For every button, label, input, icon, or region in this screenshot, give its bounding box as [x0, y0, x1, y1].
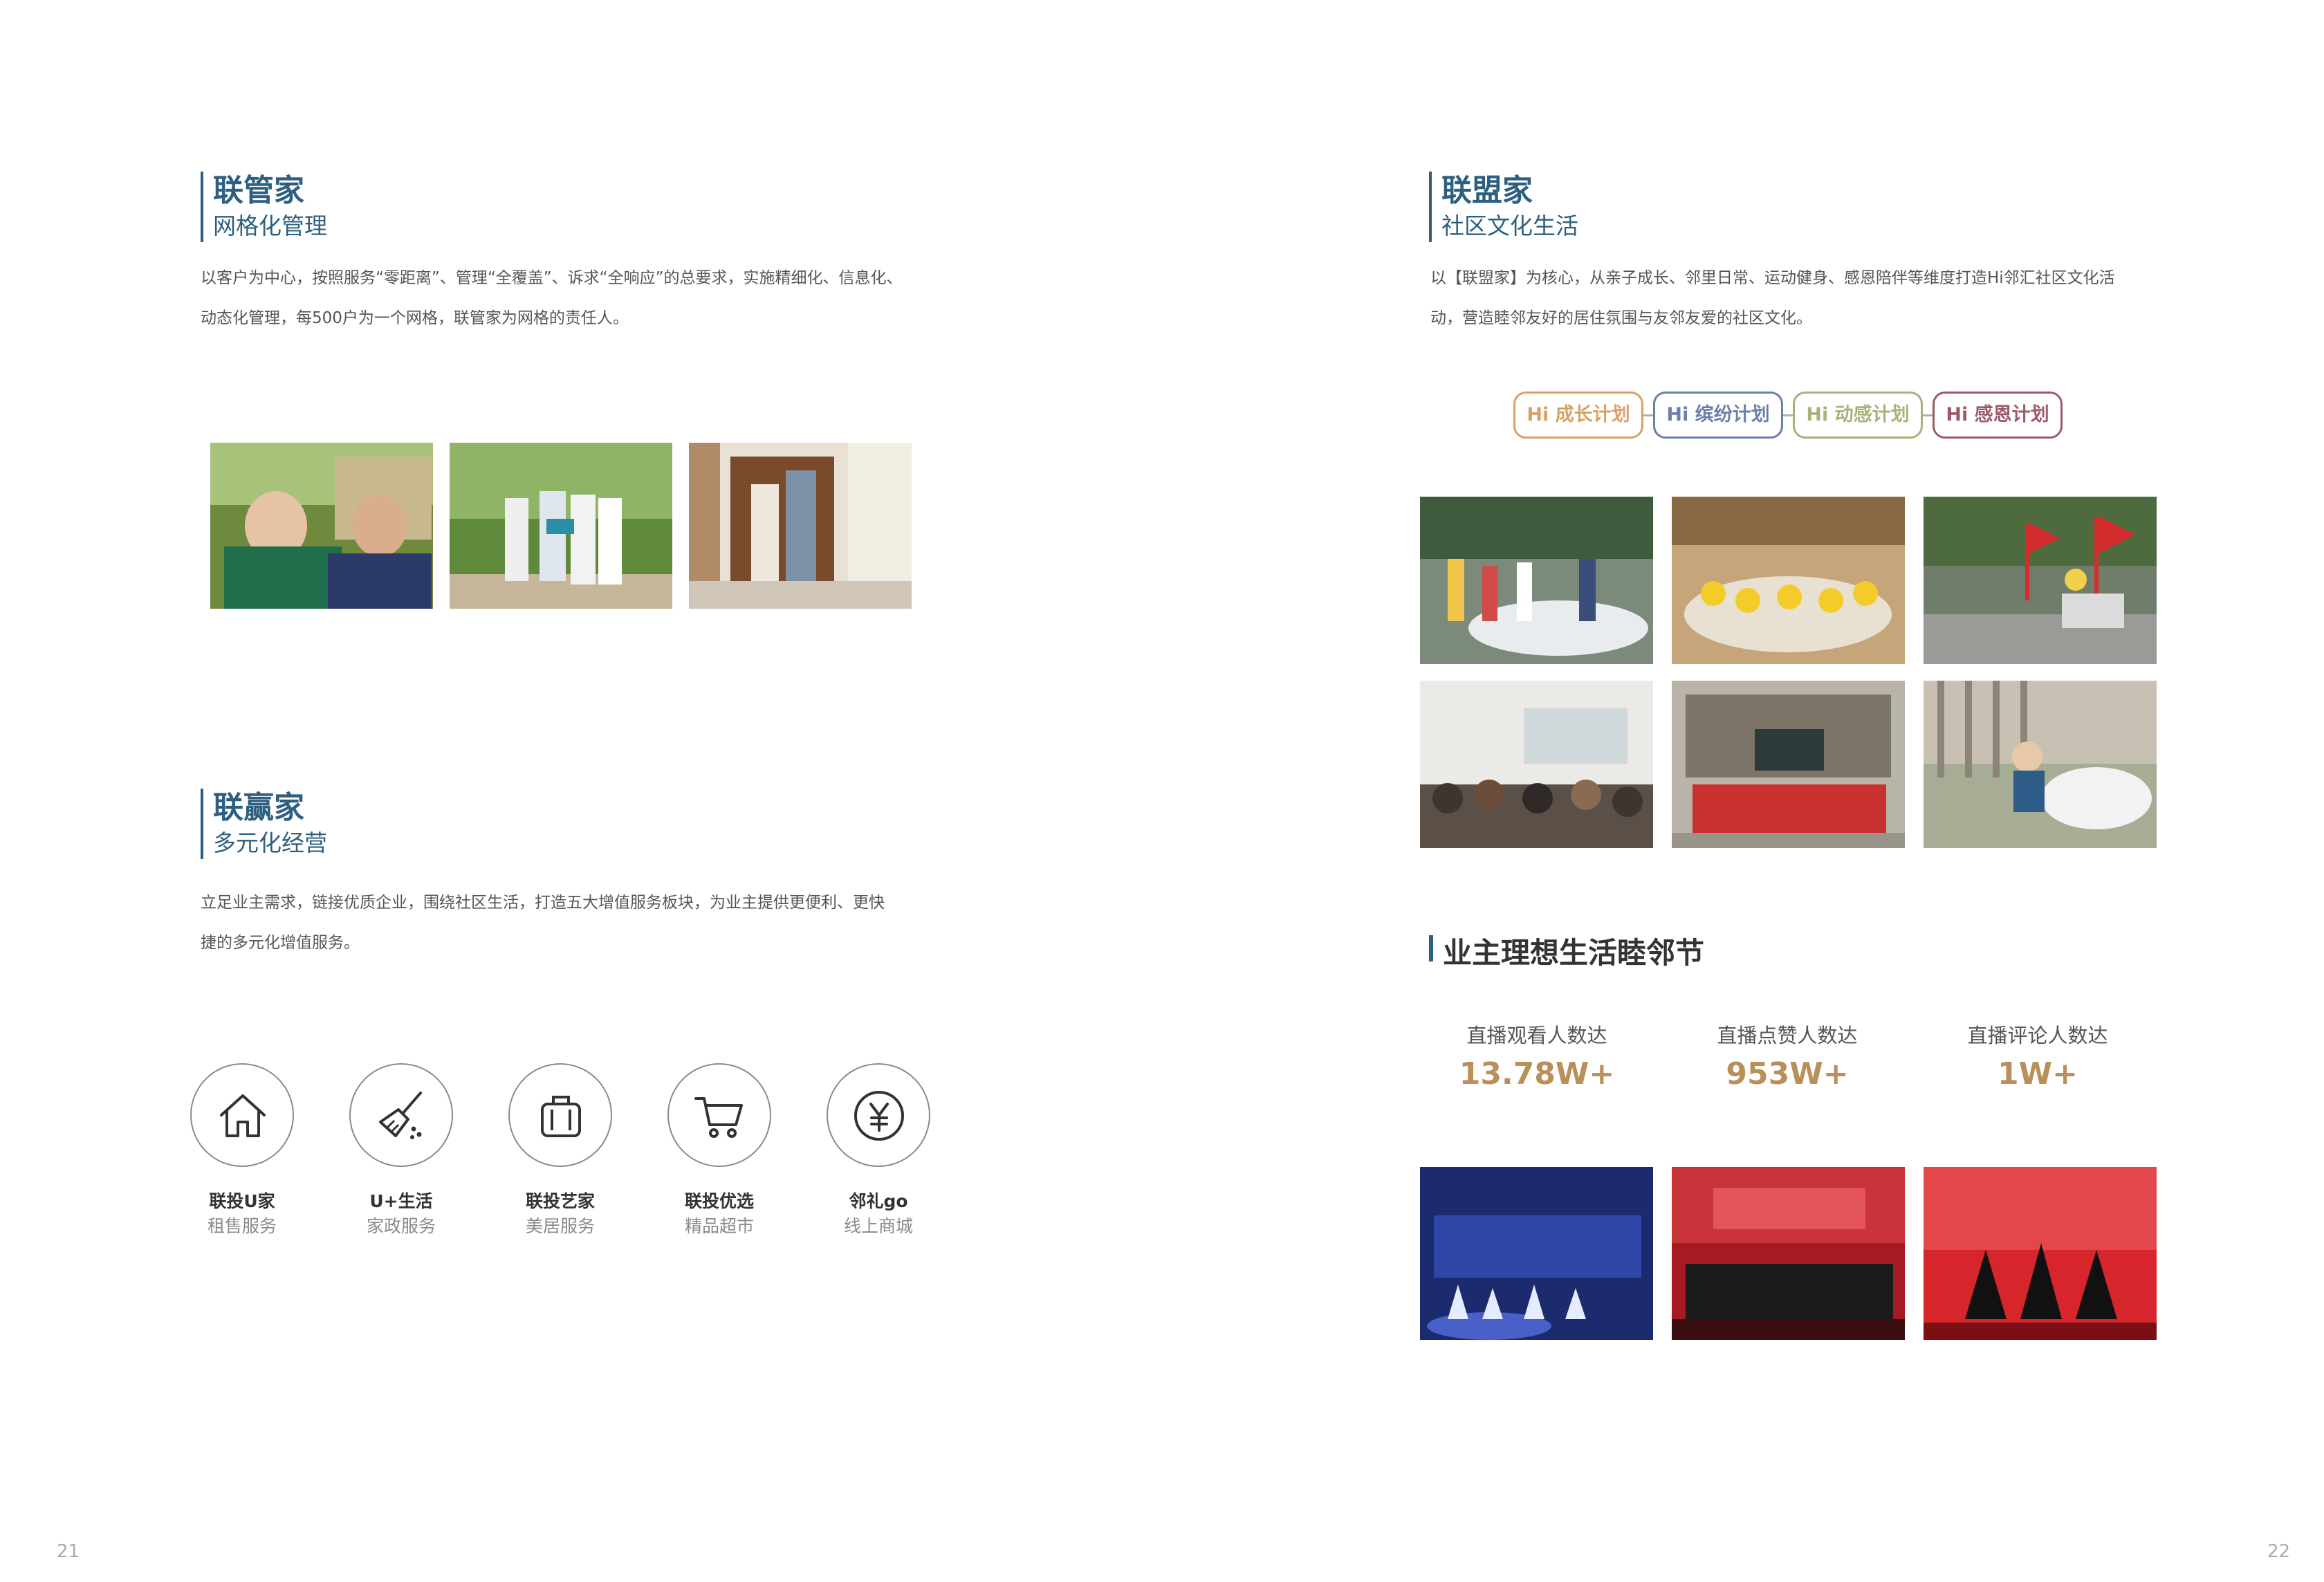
service-name-4: 联投优选: [684, 1191, 754, 1211]
service-desc-4: 精品超市: [684, 1216, 754, 1236]
winner-subtitle: 多元化经营: [213, 829, 327, 856]
service-desc-5: 线上商城: [843, 1216, 913, 1236]
service-name-5: 邻礼go: [849, 1191, 908, 1211]
manager-subtitle: 网格化管理: [213, 212, 327, 239]
activity-photo-4: [1420, 681, 1653, 848]
service-desc-1: 租售服务: [207, 1216, 277, 1236]
stat-value-views: 13.78W+: [1459, 1056, 1615, 1092]
manager-photo-3: [689, 443, 912, 609]
manager-desc-line-2: 动态化管理，每500户为一个网格，联管家为网格的责任人。: [201, 309, 629, 327]
cart-icon: [667, 1063, 771, 1167]
alliance-description: 以【联盟家】为核心，从亲子成长、邻里日常、运动健身、感恩陪伴等维度打造Hi邻汇社…: [1430, 258, 2226, 338]
winner-section-heading: 联赢家 多元化经营: [201, 789, 327, 859]
activity-photo-1: [1420, 497, 1653, 664]
manager-description: 以客户为中心，按照服务“零距离”、管理“全覆盖”、诉求“全响应”的总要求，实施精…: [201, 258, 961, 338]
festival-photo-1: [1420, 1167, 1653, 1340]
alliance-title: 联盟家: [1441, 173, 1533, 208]
winner-description: 立足业主需求，链接优质企业，围绕社区生活，打造五大增值服务板块，为业主提供更便利…: [201, 883, 961, 963]
winner-desc-line-1: 立足业主需求，链接优质企业，围绕社区生活，打造五大增值服务板块，为业主提供更便利…: [201, 894, 885, 912]
activity-photo-2: [1672, 497, 1905, 664]
service-name-3: 联投艺家: [525, 1191, 595, 1211]
manager-photo-1: [210, 443, 433, 609]
service-name-1: 联投U家: [209, 1191, 275, 1211]
stat-label-views: 直播观看人数达: [1466, 1024, 1607, 1047]
stat-label-comments: 直播评论人数达: [1967, 1024, 2108, 1047]
plan-chip-growth: Hi 成长计划: [1513, 392, 1643, 439]
winner-title: 联赢家: [213, 790, 304, 825]
service-desc-2: 家政服务: [366, 1216, 436, 1236]
festival-title: 业主理想生活睦邻节: [1443, 936, 1705, 970]
manager-title: 联管家: [213, 173, 304, 208]
festival-heading-bar: [1429, 935, 1433, 962]
service-desc-3: 美居服务: [525, 1216, 595, 1236]
manager-section-heading: 联管家 网格化管理: [201, 172, 327, 242]
plan-chip-gratitude: Hi 感恩计划: [1933, 392, 2063, 439]
activity-photo-5: [1672, 681, 1905, 848]
festival-photo-3: [1924, 1167, 2157, 1340]
plan-chip-colorful: Hi 缤纷计划: [1653, 392, 1783, 439]
alliance-section-heading: 联盟家 社区文化生活: [1429, 172, 1578, 242]
page-number-right: 22: [2267, 1541, 2291, 1562]
stat-value-likes: 953W+: [1726, 1056, 1849, 1092]
plan-chip-dynamic: Hi 动感计划: [1793, 392, 1923, 439]
page-number-left: 21: [57, 1541, 80, 1562]
suitcase-icon: [508, 1063, 612, 1167]
festival-photo-2: [1672, 1167, 1905, 1340]
alliance-desc-line-1: 以【联盟家】为核心，从亲子成长、邻里日常、运动健身、感恩陪伴等维度打造Hi邻汇社…: [1430, 269, 2115, 287]
activity-photo-3: [1924, 497, 2157, 664]
alliance-subtitle: 社区文化生活: [1441, 212, 1578, 239]
manager-desc-line-1: 以客户为中心，按照服务“零距离”、管理“全覆盖”、诉求“全响应”的总要求，实施精…: [201, 269, 903, 287]
stat-value-comments: 1W+: [1997, 1056, 2078, 1092]
yen-icon: [827, 1063, 930, 1167]
activity-photo-6: [1924, 681, 2157, 848]
manager-photo-2: [450, 443, 672, 609]
winner-desc-line-2: 捷的多元化增值服务。: [201, 934, 360, 952]
stat-label-likes: 直播点赞人数达: [1717, 1024, 1858, 1047]
broom-icon: [349, 1063, 453, 1167]
house-icon: [190, 1063, 294, 1167]
alliance-desc-line-2: 动，营造睦邻友好的居住氛围与友邻友爱的社区文化。: [1430, 309, 1812, 327]
service-name-2: U+生活: [369, 1191, 433, 1211]
